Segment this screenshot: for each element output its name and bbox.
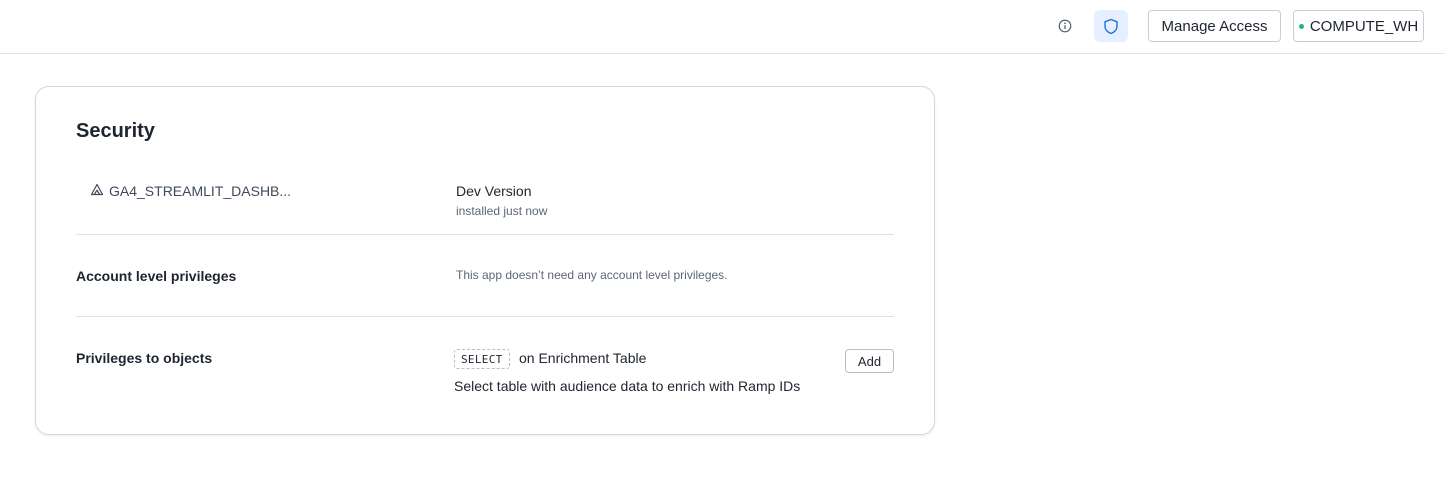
- info-circle-icon: [1058, 19, 1072, 33]
- info-button[interactable]: [1051, 11, 1079, 41]
- security-card: Security GA4_STREAMLIT_DASHB... Dev Vers…: [35, 86, 935, 435]
- warehouse-selector-button[interactable]: COMPUTE_WH: [1293, 10, 1424, 42]
- manage-access-button[interactable]: Manage Access: [1148, 10, 1281, 42]
- account-privileges-label: Account level privileges: [76, 268, 237, 284]
- add-privilege-button[interactable]: Add: [845, 349, 894, 373]
- warehouse-label: COMPUTE_WH: [1309, 17, 1419, 35]
- divider: [76, 234, 894, 235]
- top-bar: Manage Access COMPUTE_WH: [0, 0, 1445, 54]
- security-title: Security: [76, 120, 155, 142]
- account-privileges-note: This app doesn’t need any account level …: [456, 268, 728, 282]
- install-status: installed just now: [456, 204, 548, 218]
- divider: [76, 316, 894, 317]
- privilege-object: on Enrichment Table: [519, 350, 647, 366]
- privilege-tag: SELECT: [454, 349, 510, 369]
- app-version: Dev Version: [456, 183, 532, 199]
- app-name-link[interactable]: GA4_STREAMLIT_DASHB...: [109, 183, 291, 199]
- object-privileges-label: Privileges to objects: [76, 350, 213, 366]
- warehouse-status-dot: [1298, 23, 1304, 29]
- security-shield-button[interactable]: [1094, 10, 1128, 42]
- streamlit-app-icon: [90, 183, 104, 196]
- shield-icon: [1104, 18, 1118, 34]
- privilege-description: Select table with audience data to enric…: [454, 378, 801, 394]
